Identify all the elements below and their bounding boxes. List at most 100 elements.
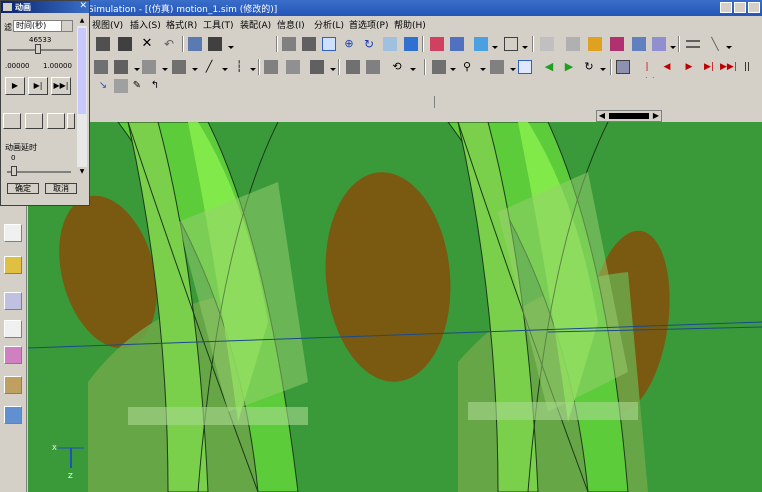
transform-icon[interactable] xyxy=(208,37,222,51)
rotate-icon[interactable]: ↻ xyxy=(362,37,376,51)
trace-icon[interactable] xyxy=(3,113,21,129)
gear-icon[interactable] xyxy=(142,60,156,74)
play-button[interactable]: ▶ xyxy=(5,77,25,95)
palette-icon[interactable] xyxy=(4,346,22,364)
copy-icon[interactable] xyxy=(118,37,132,51)
cut-icon[interactable] xyxy=(96,37,110,51)
snap-center-icon[interactable]: ↰ xyxy=(148,79,162,93)
info-icon[interactable] xyxy=(652,37,666,51)
menu-view[interactable]: 视图(V) xyxy=(92,18,123,31)
measure-icon[interactable] xyxy=(632,37,646,51)
snap-end-icon[interactable] xyxy=(114,79,128,93)
chevron-down-icon[interactable] xyxy=(162,68,168,71)
step-back-icon[interactable]: |◀◀ xyxy=(640,60,654,86)
fast-forward-button[interactable]: ▶▶| xyxy=(51,77,71,95)
cancel-button[interactable]: 取消 xyxy=(45,183,77,194)
chevron-down-icon[interactable] xyxy=(670,46,676,49)
fit-icon[interactable] xyxy=(282,37,296,51)
contact-icon[interactable]: ╱ xyxy=(202,60,216,74)
body-icon[interactable] xyxy=(310,60,324,74)
cam-icon[interactable] xyxy=(286,60,300,74)
users-icon[interactable] xyxy=(4,376,22,394)
link-icon[interactable] xyxy=(94,60,108,74)
sensor-icon[interactable]: ⟲ xyxy=(390,60,404,74)
menu-analysis[interactable]: 分析(L) xyxy=(314,18,344,31)
play-back-icon[interactable]: ◀ xyxy=(660,60,674,74)
scroll-thumb[interactable] xyxy=(609,113,649,119)
slider-knob[interactable] xyxy=(35,44,41,54)
chevron-down-icon[interactable] xyxy=(522,46,528,49)
pan-icon[interactable] xyxy=(383,37,397,51)
chevron-down-icon[interactable] xyxy=(250,68,256,71)
chevron-down-icon[interactable] xyxy=(726,46,732,49)
time-slider[interactable] xyxy=(7,44,73,54)
snap-icon[interactable] xyxy=(540,37,554,51)
delay-slider[interactable] xyxy=(7,166,71,176)
zoom-icon[interactable] xyxy=(322,37,336,51)
chevron-down-icon[interactable] xyxy=(410,68,416,71)
chevron-down-icon[interactable] xyxy=(450,68,456,71)
solver-icon[interactable] xyxy=(432,60,446,74)
point-icon[interactable] xyxy=(566,37,580,51)
globe-icon[interactable] xyxy=(4,256,22,274)
render-icon[interactable] xyxy=(450,37,464,51)
close-icon[interactable] xyxy=(748,2,760,13)
spring-icon[interactable] xyxy=(172,60,186,74)
arrow-left-icon[interactable]: ◀ xyxy=(542,60,556,74)
dialog-scrollbar[interactable]: ▲ xyxy=(77,16,87,176)
color-icon[interactable] xyxy=(430,37,444,51)
scroll-up-icon[interactable]: ▲ xyxy=(77,16,87,26)
minimize-icon[interactable] xyxy=(720,2,732,13)
chevron-down-icon[interactable] xyxy=(222,68,228,71)
grid-icon[interactable] xyxy=(518,60,532,74)
dialog-close-icon[interactable]: ✕ xyxy=(79,1,87,11)
menu-insert[interactable]: 插入(S) xyxy=(130,18,161,31)
delete-icon[interactable]: ✕ xyxy=(140,37,154,51)
chevron-down-icon[interactable] xyxy=(134,68,140,71)
curve-icon[interactable]: ╲ xyxy=(708,37,722,51)
marker-icon[interactable]: ┆ xyxy=(232,60,246,74)
delay-slider-knob[interactable] xyxy=(11,166,17,176)
results-icon[interactable]: ⚲ xyxy=(460,60,474,74)
torque-icon[interactable] xyxy=(366,60,380,74)
pause-icon[interactable]: || xyxy=(740,60,754,74)
explode-icon[interactable] xyxy=(25,113,43,129)
arrow-right-icon[interactable]: ▶ xyxy=(562,60,576,74)
snap-mid-icon[interactable]: ✎ xyxy=(130,79,144,93)
record-icon[interactable] xyxy=(616,60,630,74)
line-icon[interactable] xyxy=(686,40,700,48)
snap-point-icon[interactable]: ↘ xyxy=(96,79,110,93)
view-cube-icon[interactable] xyxy=(474,37,488,51)
selection-icon[interactable] xyxy=(588,37,602,51)
menu-assemblies[interactable]: 装配(A) xyxy=(240,18,271,31)
menu-tools[interactable]: 工具(T) xyxy=(203,18,234,31)
zoom-in-icon[interactable]: ⊕ xyxy=(342,37,356,51)
graphics-viewport[interactable]: X Z xyxy=(28,122,762,492)
chevron-down-icon[interactable] xyxy=(600,68,606,71)
maximize-icon[interactable] xyxy=(734,2,746,13)
scroll-right-icon[interactable]: ▶ xyxy=(651,111,661,121)
chevron-down-icon[interactable] xyxy=(192,68,198,71)
chevron-down-icon[interactable] xyxy=(510,68,516,71)
chevron-down-icon[interactable] xyxy=(228,46,234,49)
chevron-down-icon[interactable] xyxy=(61,21,72,31)
scroll-left-icon[interactable]: ◀ xyxy=(597,111,607,121)
force-icon[interactable] xyxy=(346,60,360,74)
menu-preferences[interactable]: 首选项(P) xyxy=(349,18,388,31)
step-end-button[interactable]: ▶| xyxy=(28,77,48,95)
filter-icon[interactable] xyxy=(610,37,624,51)
zoom-window-icon[interactable] xyxy=(302,37,316,51)
step-forward-icon[interactable]: ▶| xyxy=(702,60,716,74)
menu-format[interactable]: 格式(R) xyxy=(166,18,197,31)
picture-icon[interactable] xyxy=(4,406,22,424)
select-icon[interactable] xyxy=(188,37,202,51)
more-icon[interactable] xyxy=(67,113,75,129)
clock-icon[interactable] xyxy=(4,292,22,310)
ok-button[interactable]: 确定 xyxy=(7,183,39,194)
motion-icon[interactable] xyxy=(264,60,278,74)
fast-forward-icon[interactable]: ▶▶| xyxy=(720,60,737,74)
chevron-down-icon[interactable] xyxy=(330,68,336,71)
menu-help[interactable]: 帮助(H) xyxy=(394,18,426,31)
menu-info[interactable]: 信息(I) xyxy=(277,18,305,31)
joint-icon[interactable] xyxy=(114,60,128,74)
